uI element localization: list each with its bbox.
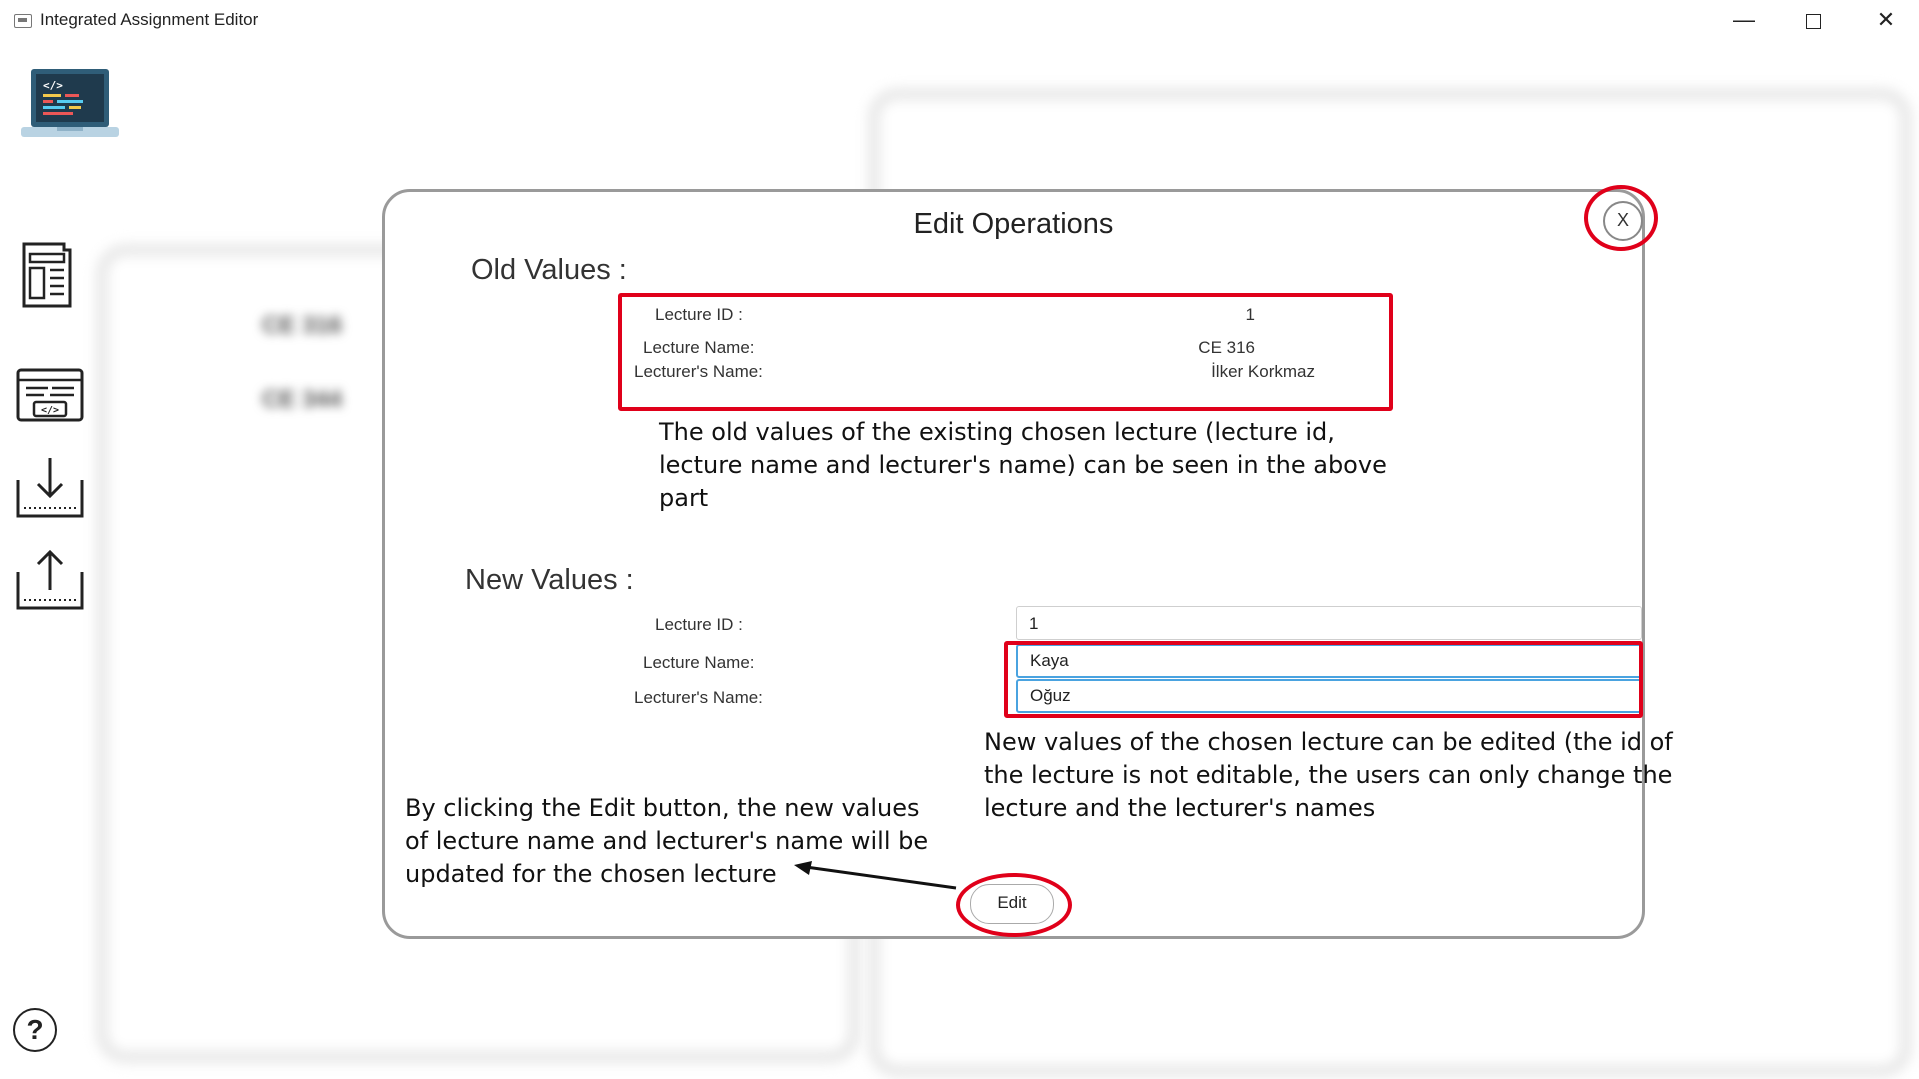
pointer-arrow (794, 861, 957, 890)
note-line: part (659, 484, 709, 512)
old-values-note: The old values of the existing chosen le… (659, 416, 1387, 515)
background-list-item: CE 344 (262, 386, 343, 413)
close-button-highlight (1584, 185, 1658, 251)
new-values-note: New values of the chosen lecture can be … (984, 726, 1673, 825)
note-line: The old values of the existing chosen le… (659, 418, 1335, 446)
note-line: lecture name and lecturer's name) can be… (659, 451, 1387, 479)
help-icon[interactable]: ? (13, 1008, 57, 1052)
note-line: lecture and the lecturer's names (984, 794, 1376, 822)
window-close-button[interactable]: ✕ (1866, 6, 1906, 34)
new-values-heading: New Values : (465, 564, 634, 596)
code-window-icon[interactable]: </> (14, 364, 86, 436)
new-lecture-name-label: Lecture Name: (643, 653, 755, 672)
new-lecture-id-label: Lecture ID : (655, 615, 743, 634)
maximize-icon (1805, 13, 1821, 29)
code-laptop-icon: </> (21, 69, 119, 137)
upload-tray-icon[interactable] (14, 546, 86, 618)
dialog-title: Edit Operations (913, 208, 1114, 240)
minimize-button[interactable]: — (1724, 6, 1764, 34)
window-title: Integrated Assignment Editor (40, 10, 259, 29)
document-layout-icon[interactable] (14, 240, 86, 312)
download-tray-icon[interactable] (14, 454, 86, 526)
app-icon (14, 14, 32, 28)
maximize-button[interactable] (1793, 6, 1833, 34)
background-list-item: CE 316 (262, 312, 343, 339)
note-line: By clicking the Edit button, the new val… (405, 794, 920, 822)
lecture-id-field: 1 (1016, 606, 1642, 640)
old-values-heading: Old Values : (471, 254, 627, 286)
edit-button-highlight (956, 873, 1072, 937)
note-line: of lecture name and lecturer's name will… (405, 827, 929, 855)
note-line: the lecture is not editable, the users c… (984, 761, 1673, 789)
svg-text:</>: </> (41, 405, 59, 416)
svg-text:</>: </> (43, 79, 63, 92)
new-lecturer-name-label: Lecturer's Name: (634, 688, 763, 707)
note-line: New values of the chosen lecture can be … (984, 728, 1673, 756)
new-values-highlight (1004, 641, 1643, 718)
title-bar: Integrated Assignment Editor — ✕ (0, 0, 1919, 42)
old-values-highlight (618, 293, 1393, 411)
